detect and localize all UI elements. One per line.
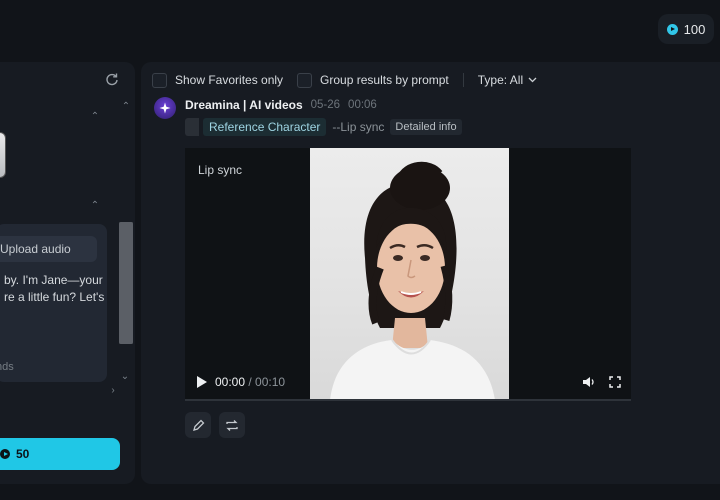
show-favorites-label: Show Favorites only bbox=[175, 73, 284, 87]
upload-audio-label: Upload audio bbox=[0, 242, 71, 256]
upload-audio-button[interactable]: Upload audio bbox=[0, 236, 97, 262]
chevron-right-icon[interactable]: › bbox=[107, 385, 119, 397]
filter-toolbar: Show Favorites only Group results by pro… bbox=[152, 70, 537, 90]
generate-button[interactable]: 50 bbox=[0, 438, 120, 470]
sparkle-icon bbox=[159, 102, 171, 114]
pencil-icon bbox=[192, 419, 204, 431]
reference-character-tag[interactable]: Reference Character bbox=[203, 118, 327, 136]
video-frame[interactable] bbox=[310, 148, 509, 400]
scrollbar-thumb[interactable] bbox=[119, 222, 133, 344]
show-favorites-toggle[interactable]: Show Favorites only bbox=[152, 72, 284, 88]
chevron-up-icon[interactable]: ⌃ bbox=[89, 111, 101, 123]
detailed-info-button[interactable]: Detailed info bbox=[390, 119, 462, 135]
credits-count: 100 bbox=[683, 21, 706, 37]
type-filter-dropdown[interactable]: Type: All bbox=[478, 73, 537, 87]
woman-portrait-image bbox=[330, 161, 495, 400]
result-date: 05-26 bbox=[310, 99, 341, 111]
time-separator: / bbox=[245, 375, 256, 389]
chevron-up-icon[interactable]: ⌃ bbox=[120, 101, 132, 113]
result-title: Dreamina | AI videos bbox=[185, 98, 303, 112]
play-circle-icon bbox=[666, 23, 678, 35]
group-results-label: Group results by prompt bbox=[320, 73, 449, 87]
checkbox[interactable] bbox=[297, 72, 313, 88]
type-filter-label: Type: All bbox=[477, 73, 524, 87]
current-time: 00:00 bbox=[215, 375, 246, 389]
play-icon[interactable] bbox=[196, 375, 208, 389]
volume-icon[interactable] bbox=[582, 375, 596, 389]
script-text[interactable]: by. I'm Jane—your re a little fun? Let's bbox=[4, 272, 104, 306]
video-timestamp: 00:00 / 00:10 bbox=[215, 375, 285, 389]
chevron-down-icon bbox=[528, 77, 537, 83]
credits-badge[interactable]: 100 bbox=[658, 14, 714, 44]
regenerate-button[interactable] bbox=[219, 412, 245, 438]
duration-time: 00:10 bbox=[255, 375, 286, 389]
generate-cost: 50 bbox=[16, 447, 30, 461]
fullscreen-icon[interactable] bbox=[609, 375, 621, 388]
chevron-down-icon[interactable]: ⌄ bbox=[119, 371, 131, 383]
reference-thumbnail bbox=[185, 118, 199, 136]
character-thumbnail[interactable] bbox=[0, 132, 6, 178]
result-header: Dreamina | AI videos 05-26 00:06 bbox=[185, 98, 377, 112]
divider bbox=[462, 73, 464, 87]
repeat-icon bbox=[226, 419, 238, 431]
refresh-icon[interactable] bbox=[104, 72, 120, 88]
video-progress-bar[interactable] bbox=[185, 399, 631, 401]
chevron-up-icon[interactable]: ⌃ bbox=[89, 200, 101, 212]
mode-tag: --Lip sync bbox=[332, 120, 385, 134]
dreamina-avatar bbox=[154, 97, 176, 119]
play-circle-icon bbox=[0, 449, 10, 459]
edit-button[interactable] bbox=[185, 412, 211, 438]
checkbox[interactable] bbox=[152, 72, 167, 88]
result-time: 00:06 bbox=[348, 99, 377, 111]
video-label: Lip sync bbox=[198, 163, 243, 177]
result-tags: Reference Character --Lip sync Detailed … bbox=[185, 118, 462, 136]
group-results-toggle[interactable]: Group results by prompt bbox=[297, 72, 449, 88]
duration-hint: nds bbox=[0, 361, 14, 373]
